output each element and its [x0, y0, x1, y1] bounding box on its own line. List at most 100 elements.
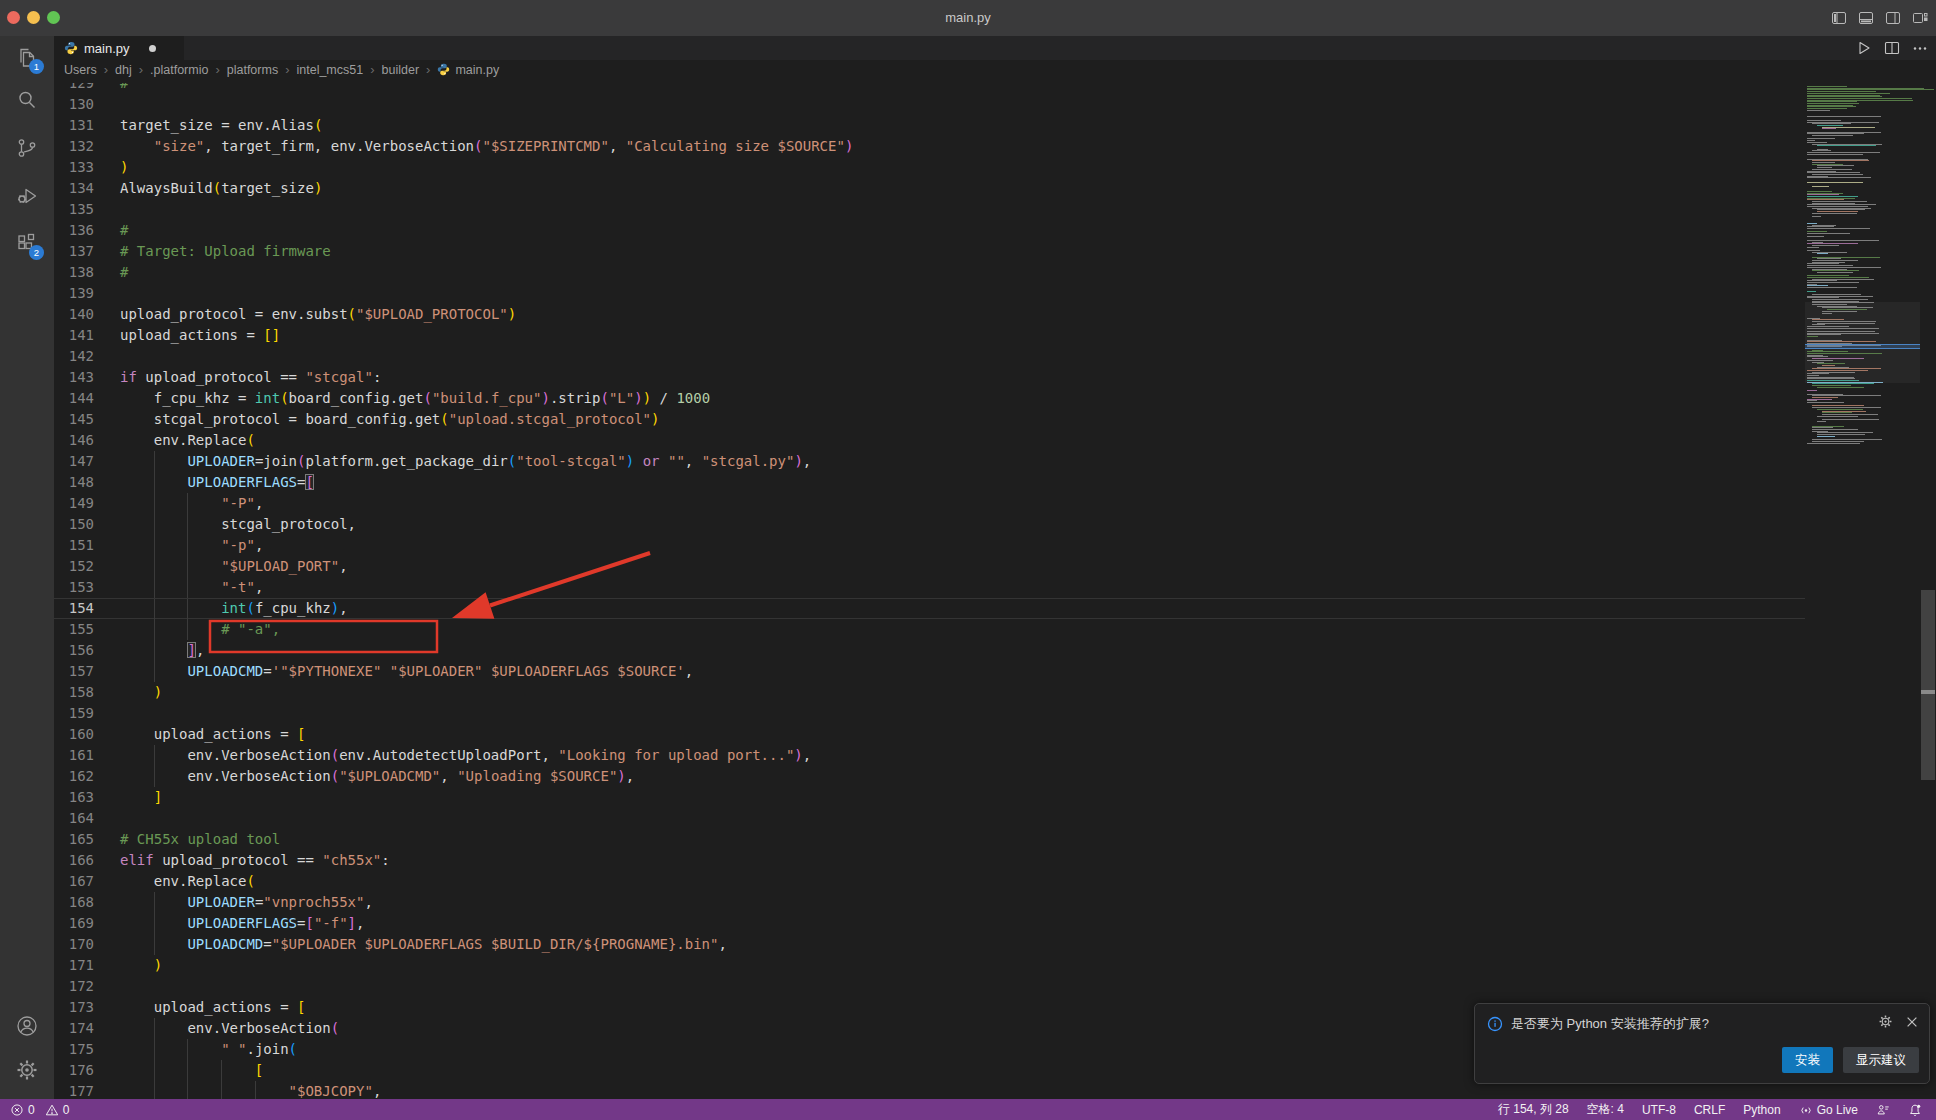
code-line-172[interactable]: 172 — [54, 976, 1805, 997]
scrollbar-slider[interactable] — [1921, 590, 1935, 780]
code-line-161[interactable]: 161 env.VerboseAction(env.AutodetectUplo… — [54, 745, 1805, 766]
accounts-icon[interactable] — [15, 1014, 39, 1038]
breadcrumb-item[interactable]: Users — [64, 63, 97, 77]
code-line-155[interactable]: 155 # "-a", — [54, 619, 1805, 640]
indentation[interactable]: 空格: 4 — [1587, 1101, 1624, 1118]
code-line-136[interactable]: 136# — [54, 220, 1805, 241]
breadcrumb-item[interactable]: builder — [382, 63, 420, 77]
code-line-138[interactable]: 138# — [54, 262, 1805, 283]
split-editor-icon[interactable] — [1884, 40, 1900, 60]
code-line-169[interactable]: 169 UPLOADERFLAGS=["-f"], — [54, 913, 1805, 934]
problems-indicator[interactable]: 0 0 — [10, 1103, 69, 1117]
line-number: 176 — [54, 1060, 94, 1081]
more-actions-icon[interactable] — [1912, 40, 1928, 60]
code-line-156[interactable]: 156 ], — [54, 640, 1805, 661]
code-line-139[interactable]: 139 — [54, 283, 1805, 304]
code-line-143[interactable]: 143if upload_protocol == "stcgal": — [54, 367, 1805, 388]
notification-close-icon[interactable] — [1905, 1015, 1919, 1033]
line-number: 151 — [54, 535, 94, 556]
code-line-159[interactable]: 159 — [54, 703, 1805, 724]
go-live[interactable]: Go Live — [1799, 1103, 1858, 1117]
code-line-137[interactable]: 137# Target: Upload firmware — [54, 241, 1805, 262]
code-line-146[interactable]: 146 env.Replace( — [54, 430, 1805, 451]
line-content: target_size = env.Alias( — [120, 115, 322, 136]
line-content: upload_actions = [] — [120, 325, 280, 346]
feedback-icon[interactable] — [1876, 1103, 1890, 1117]
code-line-142[interactable]: 142 — [54, 346, 1805, 367]
code-line-131[interactable]: 131target_size = env.Alias( — [54, 115, 1805, 136]
tab-bar: main.py — [54, 36, 1936, 60]
code-line-140[interactable]: 140upload_protocol = env.subst("$UPLOAD_… — [54, 304, 1805, 325]
code-line-166[interactable]: 166elif upload_protocol == "ch55x": — [54, 850, 1805, 871]
code-line-153[interactable]: 153 "-t", — [54, 577, 1805, 598]
breadcrumb-item[interactable]: main.py — [455, 63, 499, 77]
breadcrumb-separator: › — [132, 62, 150, 77]
extensions-icon[interactable]: 2 — [15, 232, 39, 256]
line-content: f_cpu_khz = int(board_config.get("build.… — [120, 388, 710, 409]
minimap[interactable] — [1805, 60, 1920, 1099]
code-line-149[interactable]: 149 "-P", — [54, 493, 1805, 514]
line-content: upload_actions = [ — [120, 997, 305, 1018]
code-line-168[interactable]: 168 UPLOADER="vnproch55x", — [54, 892, 1805, 913]
code-line-147[interactable]: 147 UPLOADER=join(platform.get_package_d… — [54, 451, 1805, 472]
line-content: env.Replace( — [120, 430, 255, 451]
code-line-167[interactable]: 167 env.Replace( — [54, 871, 1805, 892]
search-icon[interactable] — [15, 88, 39, 112]
install-button[interactable]: 安装 — [1782, 1047, 1833, 1073]
breadcrumb-separator: › — [419, 62, 437, 77]
minimap-line — [1812, 216, 1821, 217]
breadcrumb-item[interactable]: dhj — [115, 63, 132, 77]
notifications-bell-icon[interactable] — [1908, 1103, 1922, 1117]
code-line-148[interactable]: 148 UPLOADERFLAGS=[ — [54, 472, 1805, 493]
code-line-141[interactable]: 141upload_actions = [] — [54, 325, 1805, 346]
tab-main-py[interactable]: main.py — [54, 36, 184, 60]
customize-layout-icon[interactable] — [1912, 10, 1928, 30]
code-line-154[interactable]: 154 int(f_cpu_khz), — [54, 598, 1805, 619]
code-line-144[interactable]: 144 f_cpu_khz = int(board_config.get("bu… — [54, 388, 1805, 409]
language-mode[interactable]: Python — [1743, 1103, 1780, 1117]
encoding[interactable]: UTF-8 — [1642, 1103, 1676, 1117]
code-line-158[interactable]: 158 ) — [54, 682, 1805, 703]
line-number: 162 — [54, 766, 94, 787]
minimap-line — [1807, 291, 1816, 292]
line-number: 137 — [54, 241, 94, 262]
code-line-170[interactable]: 170 UPLOADCMD="$UPLOADER $UPLOADERFLAGS … — [54, 934, 1805, 955]
breadcrumb-separator: › — [363, 62, 381, 77]
run-python-file-icon[interactable] — [1856, 40, 1872, 60]
code-line-133[interactable]: 133) — [54, 157, 1805, 178]
code-line-162[interactable]: 162 env.VerboseAction("$UPLOADCMD", "Upl… — [54, 766, 1805, 787]
toggle-primary-sidebar-icon[interactable] — [1831, 10, 1847, 30]
show-recommendations-button[interactable]: 显示建议 — [1843, 1047, 1919, 1073]
source-control-icon[interactable] — [15, 136, 39, 160]
breadcrumb-item[interactable]: platforms — [227, 63, 278, 77]
settings-gear-icon[interactable] — [15, 1058, 39, 1082]
code-line-135[interactable]: 135 — [54, 199, 1805, 220]
code-line-130[interactable]: 130 — [54, 94, 1805, 115]
code-line-134[interactable]: 134AlwaysBuild(target_size) — [54, 178, 1805, 199]
toggle-secondary-sidebar-icon[interactable] — [1885, 10, 1901, 30]
code-line-171[interactable]: 171 ) — [54, 955, 1805, 976]
run-debug-icon[interactable] — [15, 184, 39, 208]
code-line-132[interactable]: 132 "size", target_firm, env.VerboseActi… — [54, 136, 1805, 157]
toggle-panel-icon[interactable] — [1858, 10, 1874, 30]
code-line-163[interactable]: 163 ] — [54, 787, 1805, 808]
breadcrumb-item[interactable]: intel_mcs51 — [296, 63, 363, 77]
notification-settings-icon[interactable] — [1878, 1014, 1893, 1033]
eol-sequence[interactable]: CRLF — [1694, 1103, 1725, 1117]
code-line-152[interactable]: 152 "$UPLOAD_PORT", — [54, 556, 1805, 577]
code-line-151[interactable]: 151 "-p", — [54, 535, 1805, 556]
minimap-line — [1817, 145, 1876, 146]
editor-scrollbar[interactable] — [1920, 60, 1936, 1099]
code-line-150[interactable]: 150 stcgal_protocol, — [54, 514, 1805, 535]
cursor-position[interactable]: 行 154, 列 28 — [1498, 1101, 1569, 1118]
code-line-165[interactable]: 165# CH55x upload tool — [54, 829, 1805, 850]
code-line-157[interactable]: 157 UPLOADCMD='"$PYTHONEXE" "$UPLOADER" … — [54, 661, 1805, 682]
explorer-icon[interactable]: 1 — [15, 46, 39, 70]
tab-modified-dot[interactable] — [149, 45, 156, 52]
breadcrumb-item[interactable]: .platformio — [150, 63, 208, 77]
code-line-145[interactable]: 145 stcgal_protocol = board_config.get("… — [54, 409, 1805, 430]
code-area[interactable]: 129#130131target_size = env.Alias(132 "s… — [54, 73, 1805, 1100]
line-number: 166 — [54, 850, 94, 871]
code-line-160[interactable]: 160 upload_actions = [ — [54, 724, 1805, 745]
code-line-164[interactable]: 164 — [54, 808, 1805, 829]
